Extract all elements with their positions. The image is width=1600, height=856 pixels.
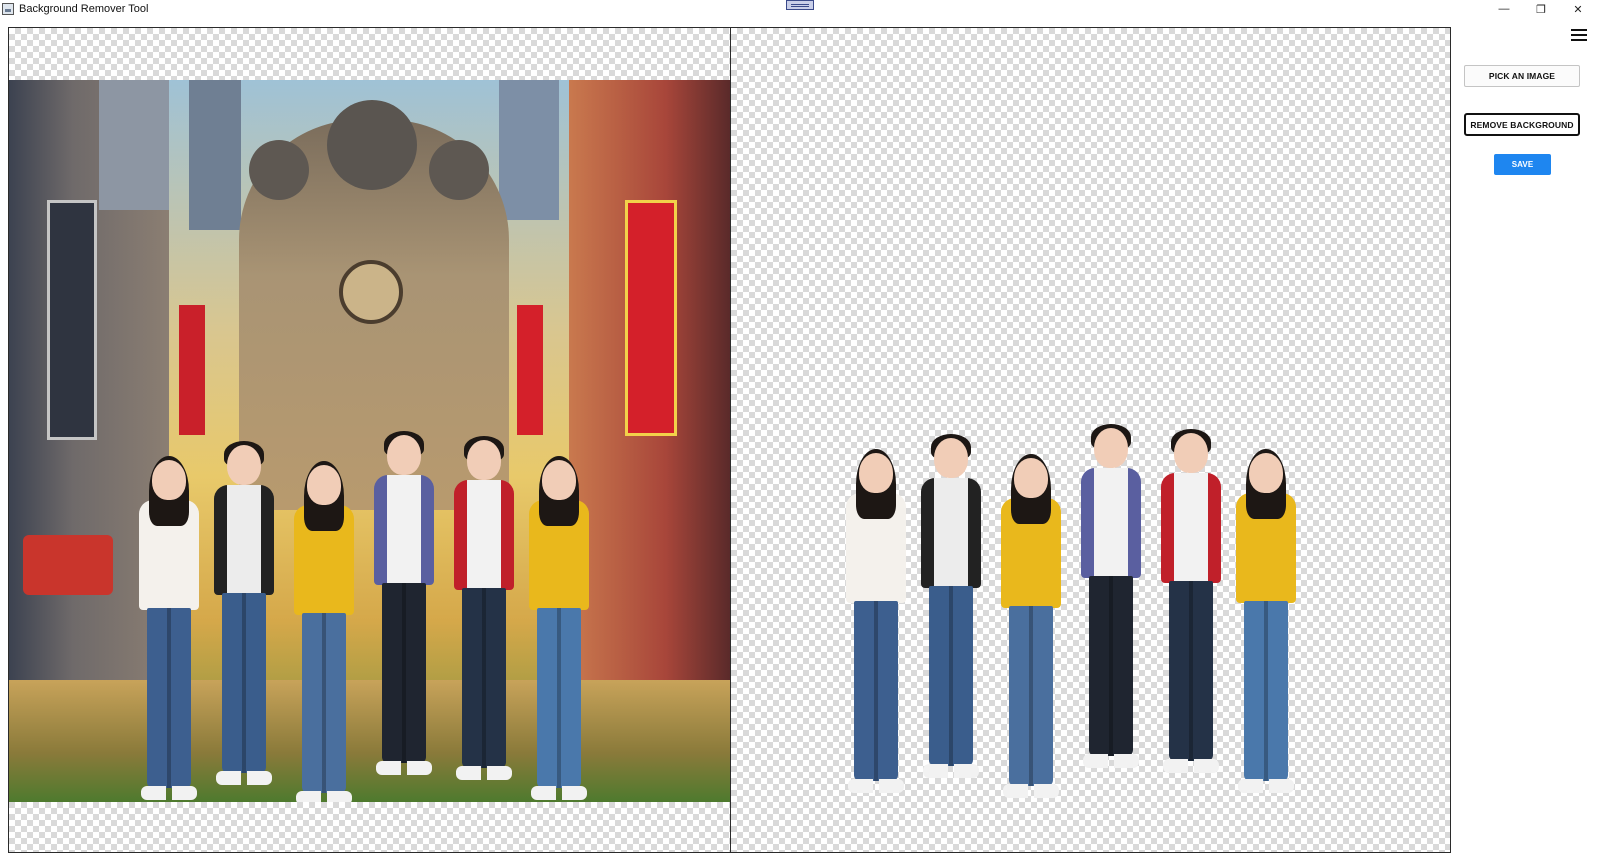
people-group bbox=[129, 410, 609, 802]
skyscraper bbox=[499, 80, 559, 220]
maximize-button[interactable]: ❐ bbox=[1523, 0, 1559, 18]
people-group-cutout bbox=[836, 403, 1316, 798]
skyscraper bbox=[189, 80, 241, 230]
result-image-panel bbox=[730, 27, 1451, 853]
title-bar[interactable]: Background Remover Tool — ❐ ✕ bbox=[0, 0, 1600, 20]
sidebar bbox=[1451, 20, 1600, 856]
close-button[interactable]: ✕ bbox=[1560, 0, 1596, 18]
cathedral-dome bbox=[429, 140, 489, 200]
person-figure bbox=[1236, 449, 1296, 793]
app-icon bbox=[2, 3, 14, 15]
original-image bbox=[9, 80, 730, 802]
person-figure bbox=[214, 441, 274, 785]
pick-image-button[interactable]: PICK AN IMAGE bbox=[1464, 65, 1580, 87]
red-bus bbox=[23, 535, 113, 595]
shop-sign bbox=[625, 200, 677, 436]
drag-handle-icon[interactable] bbox=[786, 0, 814, 10]
minimize-button[interactable]: — bbox=[1486, 0, 1522, 18]
person-figure bbox=[921, 434, 981, 778]
app-window: Background Remover Tool — ❐ ✕ PICK AN IM… bbox=[0, 0, 1600, 856]
person-figure bbox=[1001, 454, 1061, 798]
person-figure bbox=[1161, 429, 1221, 773]
person-figure bbox=[846, 449, 906, 793]
shop-sign bbox=[47, 200, 97, 440]
person-figure bbox=[374, 431, 434, 775]
person-figure bbox=[139, 456, 199, 800]
hamburger-menu-icon[interactable] bbox=[1571, 29, 1587, 43]
person-figure bbox=[1081, 424, 1141, 768]
person-figure bbox=[529, 456, 589, 800]
cathedral-dome bbox=[249, 140, 309, 200]
remove-background-button[interactable]: REMOVE BACKGROUND bbox=[1464, 113, 1580, 136]
person-figure bbox=[454, 436, 514, 780]
original-image-panel bbox=[8, 27, 731, 853]
person-figure bbox=[294, 461, 354, 802]
cathedral-dome bbox=[327, 100, 417, 190]
rose-window bbox=[339, 260, 403, 324]
skyscraper bbox=[99, 80, 169, 210]
window-title: Background Remover Tool bbox=[19, 3, 149, 15]
save-button[interactable]: SAVE bbox=[1494, 154, 1551, 175]
